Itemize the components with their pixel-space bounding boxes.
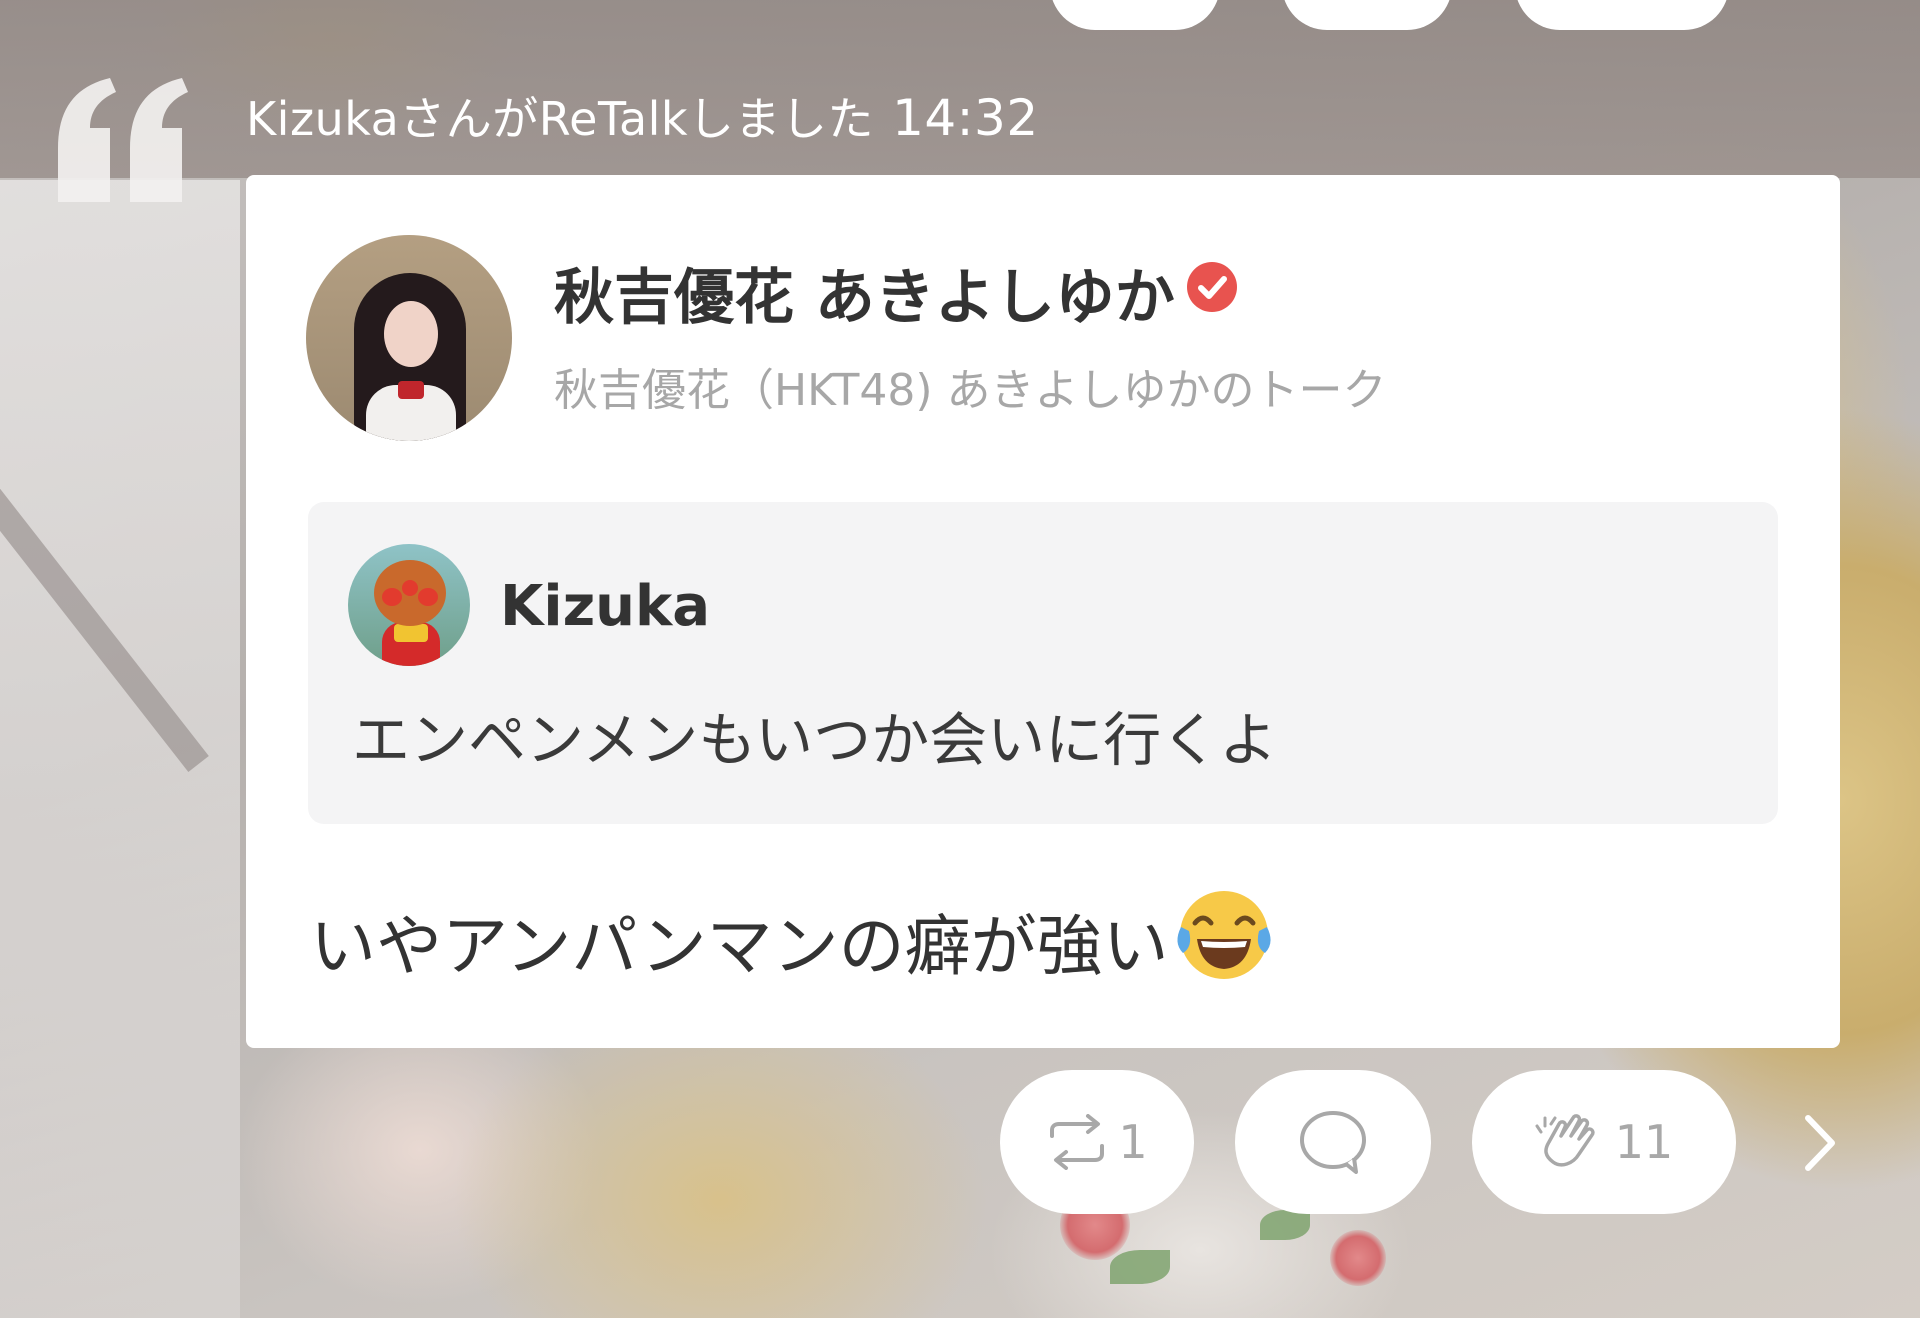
avatar-cheek — [382, 588, 402, 606]
quoted-talk[interactable]: Kizuka エンペンメンもいつか会いに行くよ — [308, 502, 1778, 824]
retalk-icon — [1050, 1114, 1105, 1170]
retalk-notice-text: KizukaさんがReTalkしました — [246, 92, 875, 146]
background-leaf — [1110, 1250, 1170, 1284]
avatar-cheek — [418, 588, 438, 606]
clap-button[interactable]: 11 — [1472, 1070, 1736, 1214]
top-action-pill[interactable] — [1515, 0, 1729, 30]
avatar-collar — [394, 624, 428, 642]
chevron-right-icon[interactable] — [1798, 1110, 1842, 1176]
quote-mark-icon — [58, 78, 188, 202]
verified-badge-icon — [1186, 262, 1237, 312]
avatar-bow — [398, 381, 424, 399]
clap-icon — [1535, 1114, 1595, 1167]
retalk-button[interactable]: 1 — [1000, 1070, 1194, 1214]
retalk-notice: KizukaさんがReTalkしました 14:32 — [246, 88, 1039, 149]
screen: KizukaさんがReTalkしました 14:32 秋吉優花 あきよしゆか 秋吉優… — [0, 0, 1920, 1318]
quoted-author-avatar[interactable] — [348, 544, 470, 666]
clap-count: 11 — [1614, 1115, 1674, 1169]
author-name[interactable]: 秋吉優花 あきよしゆか — [554, 260, 1237, 336]
top-action-pill[interactable] — [1282, 0, 1452, 30]
quoted-text: エンペンメンもいつか会いに行くよ — [352, 706, 1278, 774]
talk-card[interactable]: 秋吉優花 あきよしゆか 秋吉優花（HKT48) あきよしゆかのトーク Kizuk… — [246, 175, 1840, 1048]
talk-text-content: いやアンパンマンの癖が強い — [310, 908, 1169, 985]
author-subtitle[interactable]: 秋吉優花（HKT48) あきよしゆかのトーク — [554, 361, 1387, 421]
background-leaf — [1260, 1210, 1310, 1240]
comment-icon — [1300, 1111, 1366, 1174]
quoted-author-name[interactable]: Kizuka — [500, 572, 710, 642]
laughing-emoji-icon — [1177, 891, 1271, 979]
avatar-face — [384, 301, 438, 367]
author-avatar[interactable] — [306, 235, 512, 441]
avatar-nose — [402, 580, 418, 596]
background-flower — [1330, 1230, 1386, 1286]
top-action-pill[interactable] — [1050, 0, 1220, 30]
talk-text: いやアンパンマンの癖が強い — [310, 887, 1275, 990]
author-name-text: 秋吉優花 あきよしゆか — [554, 263, 1175, 333]
retalk-count: 1 — [1118, 1115, 1148, 1169]
comment-button[interactable] — [1235, 1070, 1431, 1214]
retalk-time: 14:32 — [892, 89, 1039, 147]
